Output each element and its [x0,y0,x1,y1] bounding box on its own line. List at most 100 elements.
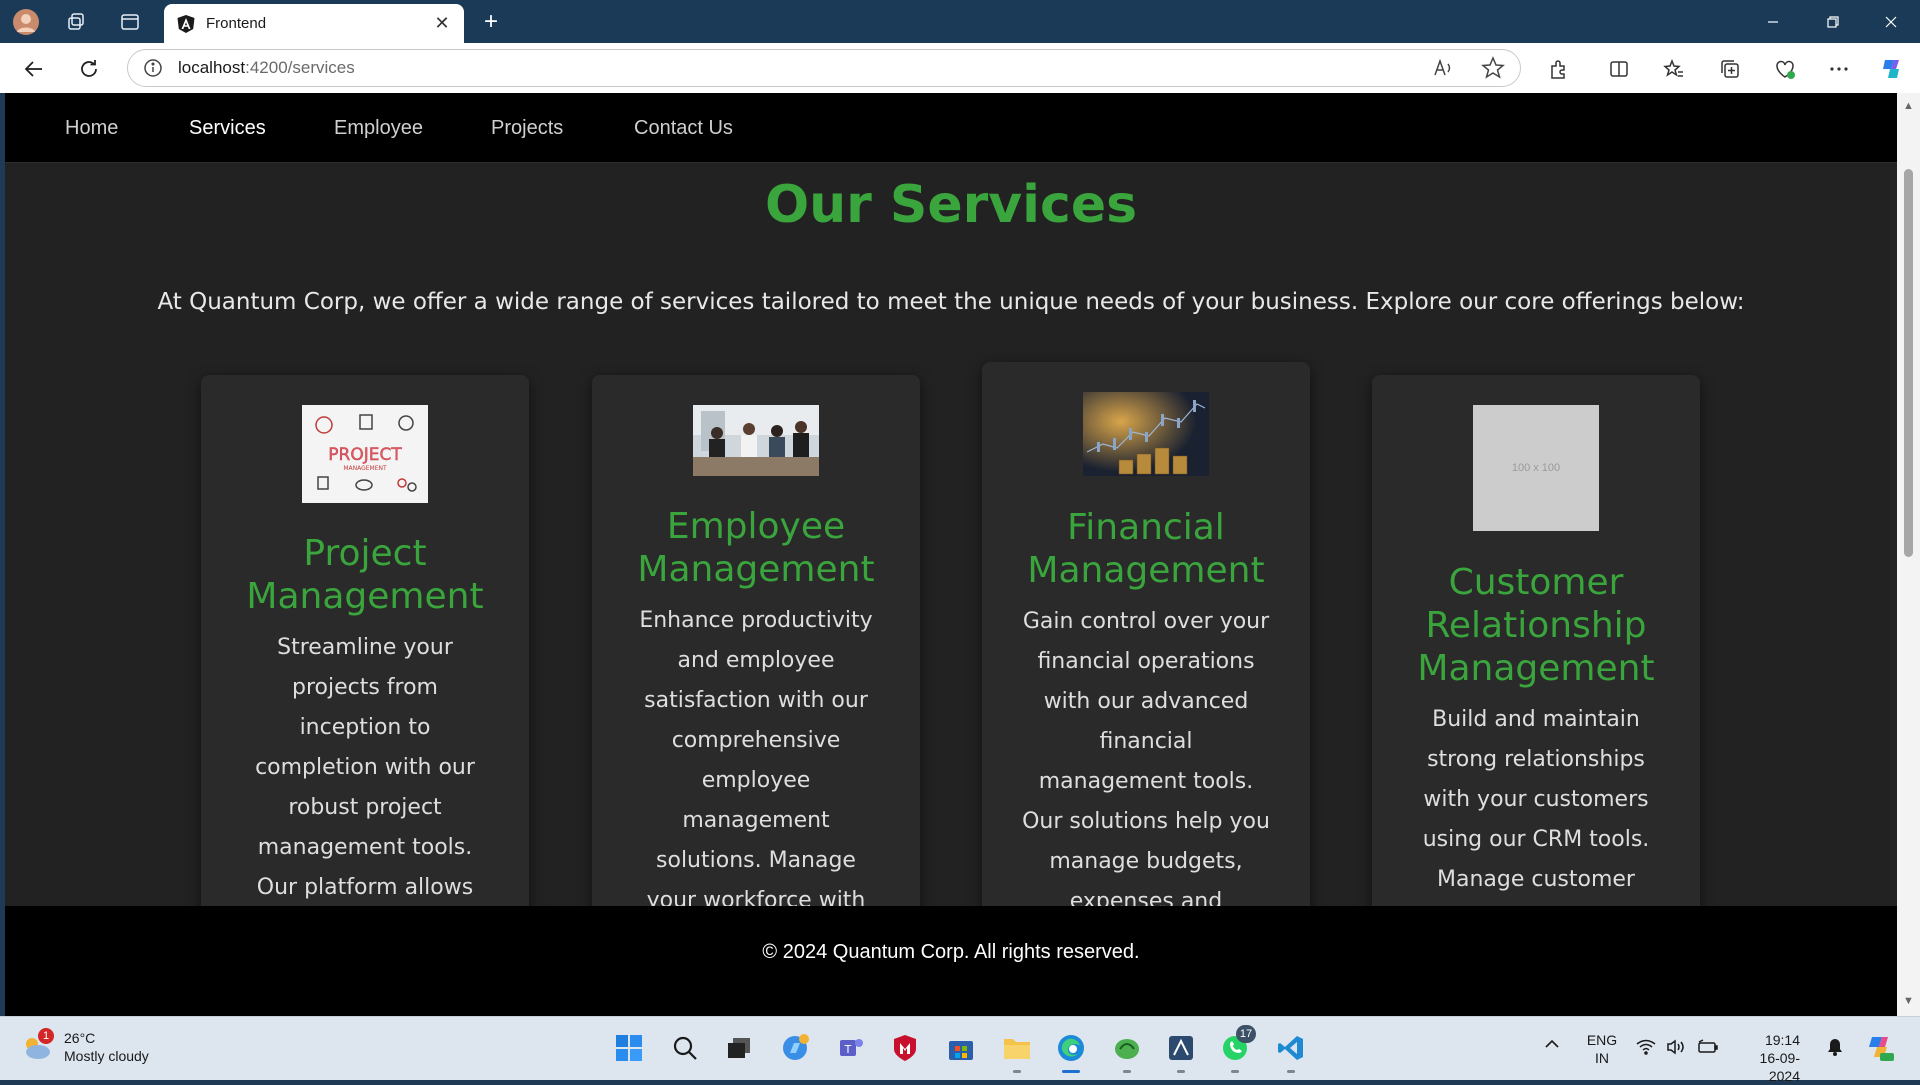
url-text[interactable]: localhost:4200/services [178,58,1406,78]
region-code: IN [1595,1050,1609,1066]
card-desc-line: financial operations [1037,649,1255,674]
close-tab-icon[interactable]: ✕ [432,13,452,34]
svg-text:T: T [844,1043,852,1056]
more-menu-icon[interactable] [1825,55,1853,83]
card-title: Financial Management [982,506,1310,592]
card-desc-line: satisfaction with our [644,688,868,713]
system-clock[interactable]: 19:14 16-09-2024 [1736,1031,1800,1085]
collections-icon[interactable] [1716,55,1744,83]
read-aloud-icon[interactable] [1430,55,1456,81]
whatsapp-icon[interactable]: 17 [1218,1025,1256,1073]
profile-avatar[interactable] [12,8,40,36]
office-meeting-image [693,405,819,476]
service-card-customer-relationship-management: 100 x 100 Customer Relationship Manageme… [1372,375,1700,935]
card-desc-line: Gain control over your [1022,609,1270,634]
card-desc-line: projects from [291,675,438,700]
scroll-up-arrow-icon[interactable]: ▲ [1902,100,1915,113]
card-description: Gain control over your financial operati… [1006,602,1286,922]
browser-tab-active[interactable]: Frontend ✕ [164,4,464,43]
vscode-icon[interactable] [1274,1031,1308,1073]
card-title-line: Management [1027,550,1265,591]
refresh-icon[interactable] [73,53,105,85]
volume-icon[interactable] [1666,1039,1686,1058]
workspaces-icon[interactable] [62,8,90,36]
language-code: ENG [1586,1032,1618,1048]
new-tab-button[interactable]: + [476,8,506,36]
card-desc-line: completion with our [255,755,475,780]
card-title-line: Project [303,533,427,574]
copilot-icon[interactable] [1878,55,1906,83]
windows-taskbar: 1 26°C Mostly cloudy T 17 ENG IN 19:14 1… [0,1016,1920,1084]
favorites-icon[interactable] [1660,55,1688,83]
weather-badge: 1 [38,1028,54,1044]
card-title-line: Management [246,576,484,617]
card-desc-line: with our advanced [1043,689,1249,714]
running-indicator [1123,1070,1131,1073]
vertical-tabs-icon[interactable] [116,8,144,36]
placeholder-image: 100 x 100 [1473,405,1599,531]
card-desc-line: management tools. [1038,769,1254,794]
teams-icon[interactable]: T [834,1031,868,1065]
start-windows-icon[interactable] [612,1031,646,1065]
site-footer: © 2024 Quantum Corp. All rights reserved… [5,906,1897,1016]
minimize-icon[interactable] [1750,8,1796,36]
notification-bell-icon[interactable] [1826,1037,1844,1060]
close-window-icon[interactable] [1868,8,1914,36]
file-explorer-icon[interactable] [1000,1031,1034,1073]
running-indicator [1062,1070,1080,1073]
nav-link-projects[interactable]: Projects [491,117,563,140]
favorite-star-icon[interactable] [1480,55,1506,81]
copilot-taskbar-icon[interactable] [778,1031,812,1065]
service-card-financial-management: Financial Management Gain control over y… [982,362,1310,922]
nav-link-home[interactable]: Home [65,117,118,140]
card-desc-line: robust project [288,795,442,820]
split-screen-icon[interactable] [1605,55,1633,83]
back-arrow-icon[interactable] [18,53,50,85]
service-card-project-management: PROJECT MANAGEMENT Project Management St… [201,375,529,935]
card-desc-line: Build and maintain [1432,707,1640,732]
card-desc-line: inception to [299,715,431,740]
nav-link-services[interactable]: Services [189,117,266,140]
card-title-line: Employee [666,506,846,547]
card-desc-line: management [682,808,830,833]
card-title-line: Relationship [1425,605,1647,646]
placeholder-label: 100 x 100 [1511,462,1561,474]
copilot-preview-icon[interactable] [1864,1031,1896,1066]
language-indicator[interactable]: ENG IN [1586,1031,1618,1067]
ssms-icon[interactable] [1164,1031,1198,1073]
extensions-icon[interactable] [1545,55,1573,83]
show-hidden-icons-chevron-icon[interactable] [1544,1037,1560,1053]
nav-link-employee[interactable]: Employee [334,117,423,140]
card-desc-line: manage budgets, [1049,849,1243,874]
footer-copyright: © 2024 Quantum Corp. All rights reserved… [762,940,1140,963]
clock-time: 19:14 [1764,1032,1800,1048]
url-host: localhost [178,58,246,77]
browser-toolbar: localhost:4200/services [0,43,1920,93]
task-view-icon[interactable] [722,1031,756,1065]
card-description: Build and maintain strong relationships … [1396,700,1676,900]
svg-text:PROJECT: PROJECT [328,445,402,465]
page-scrollbar[interactable]: ▲ ▼ [1897,93,1920,1016]
restore-icon[interactable] [1810,8,1856,36]
search-icon[interactable] [668,1031,702,1065]
scrollbar-thumb[interactable] [1904,169,1913,557]
card-desc-line: Enhance productivity [639,608,873,633]
card-desc-line: with your customers [1423,787,1649,812]
angular-favicon-icon [177,14,195,33]
mcafee-icon[interactable] [888,1031,922,1065]
wifi-icon[interactable] [1636,1039,1656,1058]
microsoft-store-icon[interactable] [944,1031,978,1065]
svg-text:MANAGEMENT: MANAGEMENT [343,465,387,472]
edge-browser-icon[interactable] [1054,1031,1088,1073]
battery-icon[interactable] [1697,1039,1719,1058]
card-title-line: Financial [1067,507,1225,548]
browser-essentials-icon[interactable] [1771,55,1799,83]
nav-link-contact-us[interactable]: Contact Us [634,117,733,140]
scroll-down-arrow-icon[interactable]: ▼ [1902,995,1915,1008]
card-title: Project Management [201,532,529,618]
running-indicator [1231,1070,1239,1073]
weather-widget[interactable]: 1 26°C Mostly cloudy [20,1028,149,1065]
address-bar[interactable]: localhost:4200/services [127,49,1521,87]
green-app-icon[interactable] [1110,1031,1144,1073]
site-info-icon[interactable] [142,57,164,79]
